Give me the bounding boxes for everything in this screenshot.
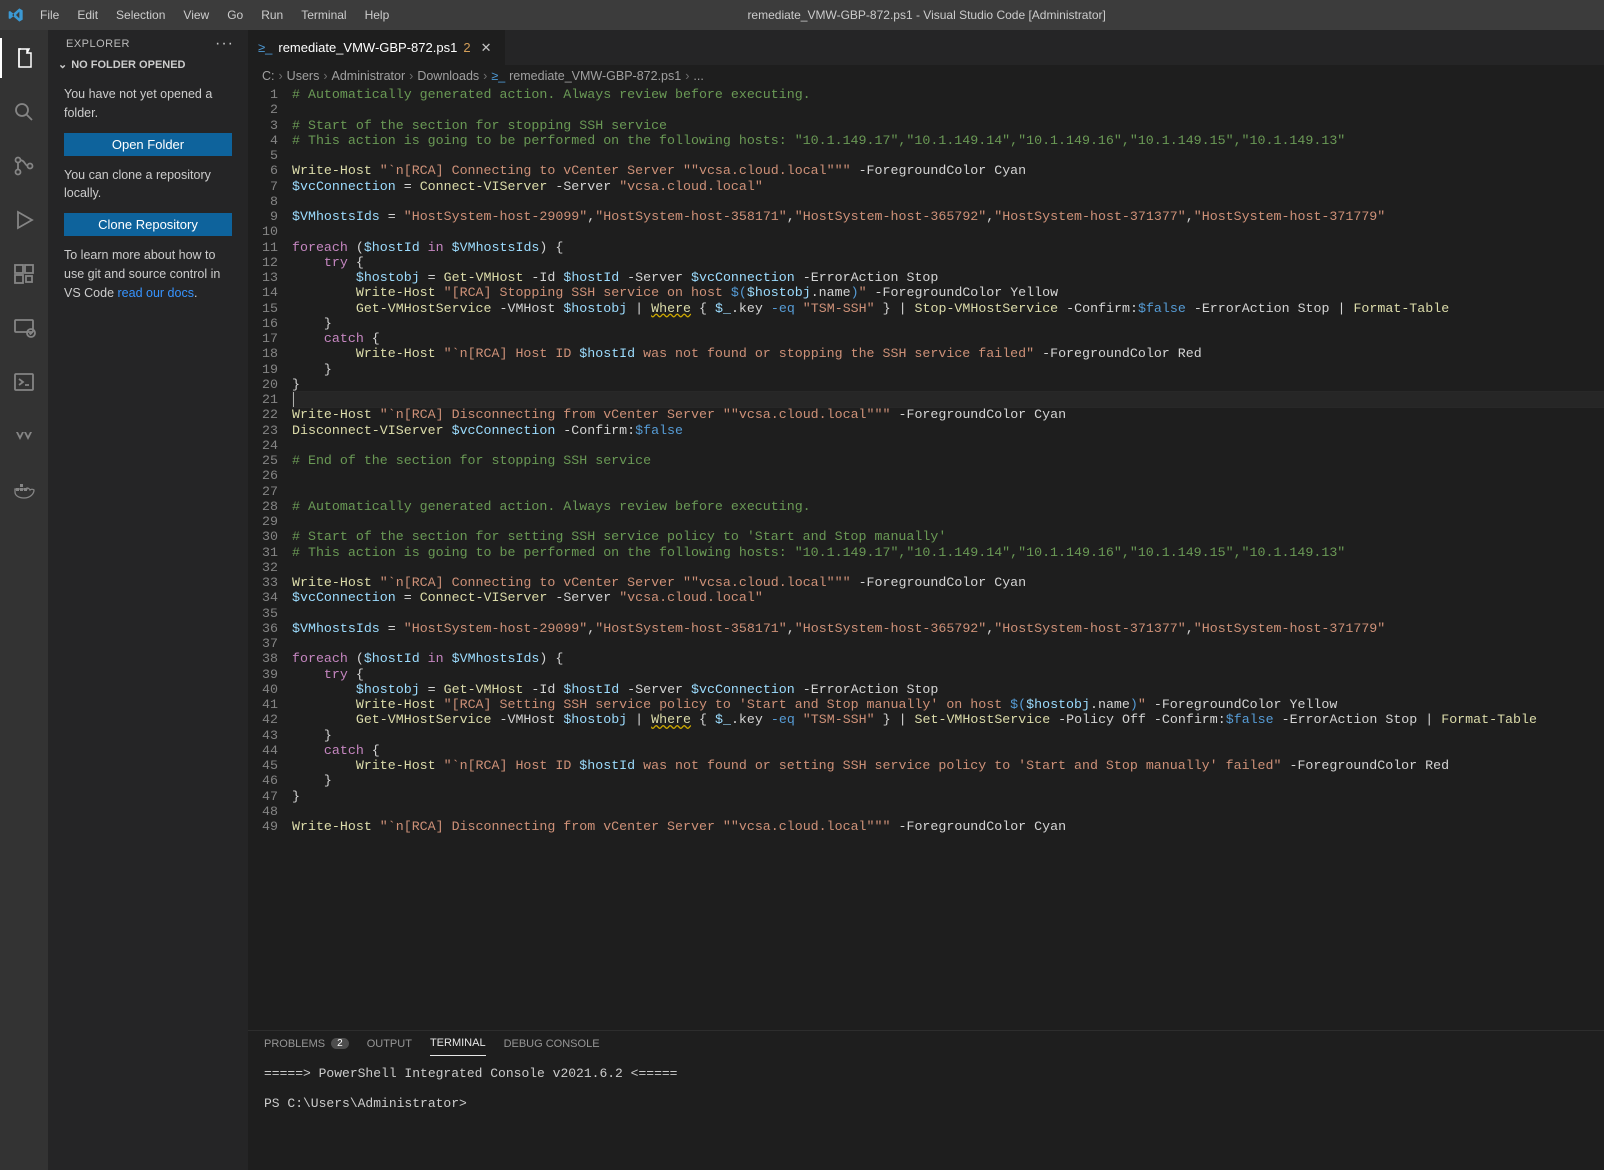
menu-edit[interactable]: Edit — [69, 4, 106, 26]
line-gutter: 1234567891011121314151617181920212223242… — [248, 87, 292, 1030]
open-folder-button[interactable]: Open Folder — [64, 133, 232, 156]
terminal-line-1: =====> PowerShell Integrated Console v20… — [264, 1066, 677, 1081]
clone-repository-button[interactable]: Clone Repository — [64, 213, 232, 236]
crumb-drive[interactable]: C: — [262, 69, 275, 83]
docker-icon[interactable] — [0, 470, 48, 510]
panel-tab-problems[interactable]: PROBLEMS2 — [264, 1037, 349, 1056]
no-folder-text: You have not yet opened a folder. — [64, 85, 232, 123]
panel-tab-output[interactable]: OUTPUT — [367, 1037, 412, 1056]
menu-help[interactable]: Help — [357, 4, 398, 26]
sidebar-title: EXPLORER — [66, 38, 130, 50]
source-control-icon[interactable] — [0, 146, 48, 186]
sidebar-more-icon[interactable]: ··· — [215, 40, 234, 48]
read-docs-link[interactable]: read our docs — [118, 286, 194, 300]
explorer-sidebar: EXPLORER ··· ⌄ NO FOLDER OPENED You have… — [48, 30, 248, 1170]
activity-bar — [0, 30, 48, 1170]
crumb-admin[interactable]: Administrator — [332, 69, 406, 83]
powershell-file-icon: ≥_ — [258, 40, 272, 55]
crumb-file[interactable]: remediate_VMW-GBP-872.ps1 — [509, 69, 681, 83]
section-label: NO FOLDER OPENED — [71, 59, 185, 71]
learn-more-text: To learn more about how to use git and s… — [64, 246, 232, 302]
tab-close-icon[interactable]: ✕ — [477, 40, 496, 56]
terminal-prompt: PS C:\Users\Administrator> — [264, 1096, 467, 1111]
editor-tabs: ≥_ remediate_VMW-GBP-872.ps1 2 ✕ — [248, 30, 1604, 65]
title-bar: File Edit Selection View Go Run Terminal… — [0, 0, 1604, 30]
extensions-icon[interactable] — [0, 254, 48, 294]
sidebar-section[interactable]: ⌄ NO FOLDER OPENED — [48, 54, 248, 75]
crumb-users[interactable]: Users — [287, 69, 320, 83]
window-title: remediate_VMW-GBP-872.ps1 - Visual Studi… — [397, 8, 1456, 22]
run-debug-icon[interactable] — [0, 200, 48, 240]
vmware-icon[interactable] — [0, 416, 48, 456]
powershell-file-icon: ≥_ — [491, 69, 505, 83]
search-icon[interactable] — [0, 92, 48, 132]
tab-filename: remediate_VMW-GBP-872.ps1 — [278, 40, 457, 55]
menu-go[interactable]: Go — [219, 4, 251, 26]
menu-bar: File Edit Selection View Go Run Terminal… — [32, 4, 397, 26]
terminal-body[interactable]: =====> PowerShell Integrated Console v20… — [248, 1056, 1604, 1170]
menu-file[interactable]: File — [32, 4, 67, 26]
tab-modified-badge: 2 — [463, 40, 470, 55]
clone-text: You can clone a repository locally. — [64, 166, 232, 204]
crumb-more[interactable]: ... — [693, 69, 703, 83]
menu-terminal[interactable]: Terminal — [293, 4, 354, 26]
explorer-icon[interactable] — [0, 38, 48, 78]
panel-tab-debug[interactable]: DEBUG CONSOLE — [504, 1037, 600, 1056]
code-editor[interactable]: 1234567891011121314151617181920212223242… — [248, 87, 1604, 1030]
editor-area: ≥_ remediate_VMW-GBP-872.ps1 2 ✕ C:› Use… — [248, 30, 1604, 1170]
problems-badge: 2 — [331, 1038, 349, 1049]
menu-view[interactable]: View — [175, 4, 217, 26]
learn-more-suffix: . — [194, 286, 197, 300]
menu-run[interactable]: Run — [253, 4, 291, 26]
vscode-logo-icon — [8, 7, 24, 23]
menu-selection[interactable]: Selection — [108, 4, 173, 26]
breadcrumbs[interactable]: C:› Users› Administrator› Downloads› ≥_ … — [248, 65, 1604, 87]
powershell-icon[interactable] — [0, 362, 48, 402]
editor-tab[interactable]: ≥_ remediate_VMW-GBP-872.ps1 2 ✕ — [248, 30, 506, 65]
crumb-downloads[interactable]: Downloads — [417, 69, 479, 83]
code-content[interactable]: # Automatically generated action. Always… — [292, 87, 1604, 1030]
panel-tab-terminal[interactable]: TERMINAL — [430, 1037, 486, 1056]
bottom-panel: PROBLEMS2 OUTPUT TERMINAL DEBUG CONSOLE … — [248, 1030, 1604, 1170]
remote-explorer-icon[interactable] — [0, 308, 48, 348]
chevron-down-icon: ⌄ — [58, 58, 67, 71]
